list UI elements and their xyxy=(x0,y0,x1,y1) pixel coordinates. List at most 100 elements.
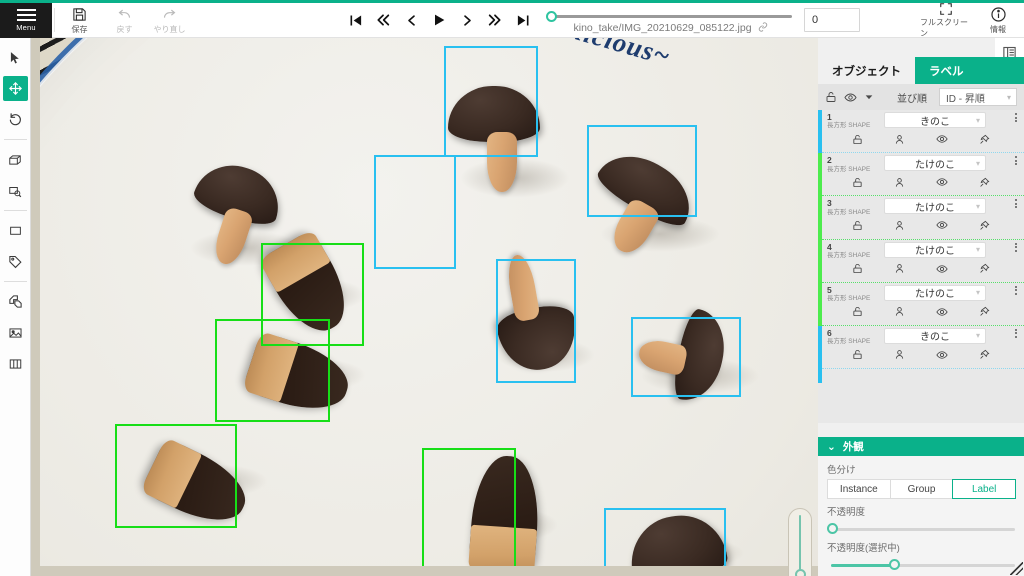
row-lock-icon[interactable] xyxy=(852,306,863,317)
row-eye-icon[interactable] xyxy=(936,306,948,318)
row-pin-icon[interactable] xyxy=(979,134,990,145)
object-menu-button[interactable] xyxy=(1011,199,1021,209)
row-lock-icon[interactable] xyxy=(852,349,863,360)
bbox-7[interactable] xyxy=(374,155,456,269)
rewind-fast-button[interactable] xyxy=(370,7,396,33)
object-list[interactable]: 1 長方形 SHAPE きのこ ▾ 2 長方形 SHAPE たけのこ ▾ 3 長… xyxy=(818,110,1024,423)
row-lock-icon[interactable] xyxy=(852,177,863,188)
appearance-section-header[interactable]: ⌄ 外観 xyxy=(818,437,1024,456)
object-row-3[interactable]: 3 長方形 SHAPE たけのこ ▾ xyxy=(818,196,1024,240)
object-row-4[interactable]: 4 長方形 SHAPE たけのこ ▾ xyxy=(818,239,1024,283)
image-canvas[interactable]: ~Delicious~ xyxy=(31,38,818,576)
opacity-slider[interactable] xyxy=(827,521,1015,538)
object-row-6[interactable]: 6 長方形 SHAPE きのこ ▾ xyxy=(818,325,1024,370)
object-menu-button[interactable] xyxy=(1011,156,1021,166)
first-frame-button[interactable] xyxy=(342,7,368,33)
sort-order-select[interactable]: ID - 昇順 ▾ xyxy=(939,88,1017,106)
row-pin-icon[interactable] xyxy=(979,220,990,231)
object-menu-button[interactable] xyxy=(1011,242,1021,252)
row-eye-icon[interactable] xyxy=(936,176,948,188)
caret-down-icon[interactable] xyxy=(864,92,874,102)
opacity-slider-handle[interactable] xyxy=(827,523,838,534)
zoom-region-tool[interactable] xyxy=(3,178,28,203)
link-icon[interactable] xyxy=(758,22,768,34)
row-pin-icon[interactable] xyxy=(979,263,990,274)
bbox-6[interactable] xyxy=(587,125,697,217)
row-lock-icon[interactable] xyxy=(852,134,863,145)
row-pin-icon[interactable] xyxy=(979,177,990,188)
object-label-value: たけのこ xyxy=(915,289,955,301)
undo-button[interactable]: 戻す xyxy=(102,3,147,37)
eye-icon[interactable] xyxy=(844,91,857,104)
row-eye-icon[interactable] xyxy=(936,219,948,231)
play-button[interactable] xyxy=(426,7,452,33)
redo-button[interactable]: やり直し xyxy=(147,3,192,37)
object-row-1[interactable]: 1 長方形 SHAPE きのこ ▾ xyxy=(818,110,1024,154)
cuboid-tool[interactable] xyxy=(3,147,28,172)
colorize-instance-button[interactable]: Instance xyxy=(827,479,891,499)
row-person-icon[interactable] xyxy=(894,134,905,145)
object-label-select[interactable]: きのこ ▾ xyxy=(884,112,986,128)
zoom-slider-handle[interactable] xyxy=(794,569,806,576)
object-label-select[interactable]: きのこ ▾ xyxy=(884,327,986,344)
row-person-icon[interactable] xyxy=(894,263,905,274)
row-pin-icon[interactable] xyxy=(979,306,990,317)
select-tool[interactable] xyxy=(3,45,28,70)
object-menu-button[interactable] xyxy=(1011,113,1021,122)
fullscreen-button[interactable]: フルスクリーン xyxy=(920,2,972,38)
save-button[interactable]: 保存 xyxy=(57,3,102,37)
frame-seek-slider[interactable]: kino_take/IMG_20210629_085122.jpg xyxy=(546,3,796,38)
next-frame-button[interactable] xyxy=(454,7,480,33)
move-tool[interactable] xyxy=(2,76,28,101)
row-eye-icon[interactable] xyxy=(936,263,948,275)
info-button[interactable]: 情報 xyxy=(972,3,1024,37)
row-lock-icon[interactable] xyxy=(852,220,863,231)
object-menu-button[interactable] xyxy=(1011,328,1021,338)
bbox-4[interactable] xyxy=(115,424,237,528)
selected-opacity-slider[interactable] xyxy=(827,557,1015,574)
object-label-select[interactable]: たけのこ ▾ xyxy=(884,241,986,258)
menu-button[interactable]: Menu xyxy=(0,3,52,38)
object-row-5[interactable]: 5 長方形 SHAPE たけのこ ▾ xyxy=(818,282,1024,326)
colorize-group-button[interactable]: Group xyxy=(889,479,954,499)
bbox-5[interactable] xyxy=(422,448,516,566)
object-label-select[interactable]: たけのこ ▾ xyxy=(884,155,986,172)
object-row-2[interactable]: 2 長方形 SHAPE たけのこ ▾ xyxy=(818,153,1024,197)
row-lock-icon[interactable] xyxy=(852,263,863,274)
row-pin-icon[interactable] xyxy=(979,349,990,360)
selected-opacity-slider-handle[interactable] xyxy=(889,559,900,570)
prev-frame-button[interactable] xyxy=(398,7,424,33)
object-label-select[interactable]: たけのこ ▾ xyxy=(884,284,986,301)
duplicate-tool[interactable] xyxy=(3,289,28,314)
tag-tool[interactable] xyxy=(3,249,28,274)
panel-resize-handle[interactable] xyxy=(1010,562,1023,575)
bbox-1[interactable] xyxy=(444,46,538,157)
image-tool[interactable] xyxy=(3,320,28,345)
object-row-partial[interactable] xyxy=(818,369,1024,384)
object-id: 6 xyxy=(827,327,832,338)
bbox-10[interactable] xyxy=(604,508,726,566)
row-person-icon[interactable] xyxy=(894,306,905,317)
unlock-icon[interactable] xyxy=(825,91,837,103)
frame-number-input[interactable]: 0 xyxy=(804,8,860,32)
seek-handle[interactable] xyxy=(546,11,557,22)
forward-fast-button[interactable] xyxy=(482,7,508,33)
tab-object[interactable]: オブジェクト xyxy=(818,57,915,84)
row-person-icon[interactable] xyxy=(894,349,905,360)
row-person-icon[interactable] xyxy=(894,177,905,188)
last-frame-button[interactable] xyxy=(510,7,536,33)
rectangle-tool[interactable] xyxy=(3,218,28,243)
canvas-zoom-control[interactable]: ⊕ xyxy=(788,508,812,576)
bbox-3[interactable] xyxy=(215,319,330,422)
bbox-8[interactable] xyxy=(496,259,576,383)
row-eye-icon[interactable] xyxy=(936,349,948,361)
split-view-tool[interactable] xyxy=(3,351,28,376)
tab-label[interactable]: ラベル xyxy=(915,57,978,84)
object-menu-button[interactable] xyxy=(1011,285,1021,295)
colorize-label-button[interactable]: Label xyxy=(952,479,1017,499)
bbox-9[interactable] xyxy=(631,317,741,397)
object-label-select[interactable]: たけのこ ▾ xyxy=(884,198,986,215)
row-eye-icon[interactable] xyxy=(936,133,948,145)
rotate-tool[interactable] xyxy=(3,107,28,132)
row-person-icon[interactable] xyxy=(894,220,905,231)
